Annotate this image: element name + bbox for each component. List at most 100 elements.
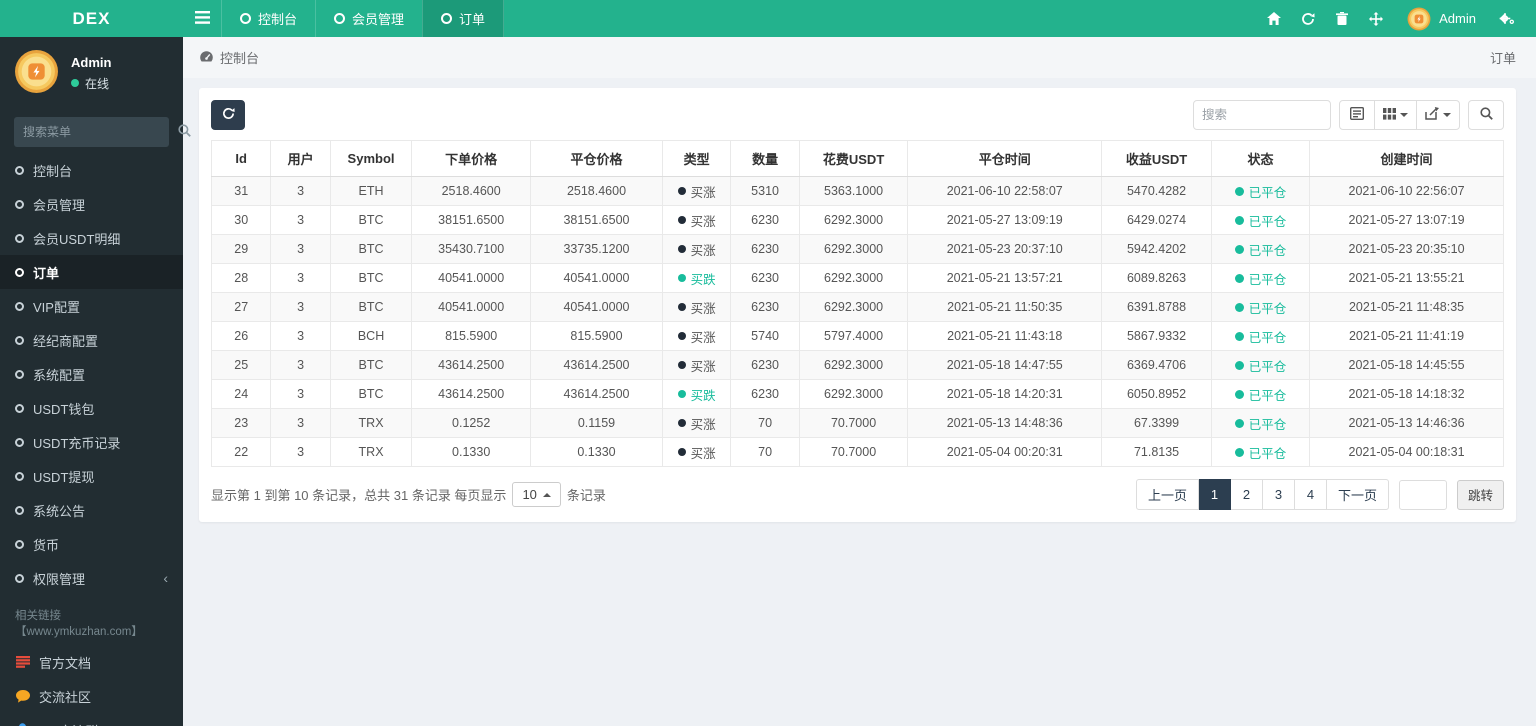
- status-badge: 已平仓: [1234, 182, 1286, 201]
- columns-button[interactable]: [1375, 100, 1417, 130]
- jump-button[interactable]: 跳转: [1456, 479, 1504, 510]
- sidebar-item-label: 系统配置: [33, 367, 86, 383]
- cell-close_time: 2021-05-18 14:47:55: [907, 350, 1103, 380]
- pagination: 显示第 1 到第 10 条记录，总共 31 条记录 每页显示 10 条记录 上一…: [211, 479, 1504, 510]
- sidebar-link[interactable]: 交流社区: [0, 679, 183, 713]
- column-header: 下单价格: [411, 140, 532, 177]
- sidebar-item[interactable]: 控制台: [0, 153, 183, 187]
- cell-symbol: BTC: [329, 205, 413, 235]
- cell-profit_usdt: 6429.0274: [1101, 205, 1212, 235]
- home-icon[interactable]: [1257, 0, 1291, 37]
- cell-create_time: 2021-05-21 13:55:21: [1309, 263, 1504, 293]
- table-search-input[interactable]: [1193, 100, 1331, 130]
- export-icon: [1425, 107, 1439, 123]
- export-button[interactable]: [1417, 100, 1460, 130]
- cell-id: 31: [210, 176, 272, 206]
- gears-icon[interactable]: [1490, 0, 1524, 37]
- table-row: 29 3 BTC 35430.7100 33735.1200 买涨 6230 6292.300…: [210, 234, 1504, 264]
- search-icon[interactable]: [178, 124, 191, 140]
- nav-tab[interactable]: 会员管理: [315, 0, 422, 37]
- sidebar-item[interactable]: 系统公告: [0, 493, 183, 527]
- cell-create_time: 2021-05-04 00:18:31: [1309, 437, 1504, 467]
- sidebar-item[interactable]: 会员USDT明细: [0, 221, 183, 255]
- nav-tab[interactable]: 控制台: [221, 0, 315, 37]
- cell-profit_usdt: 6369.4706: [1101, 350, 1212, 380]
- page-button[interactable]: 1: [1198, 479, 1231, 510]
- cell-cost_usdt: 6292.3000: [798, 292, 909, 322]
- cell-create_time: 2021-05-13 14:46:36: [1309, 408, 1504, 438]
- sidebar-search: [14, 117, 191, 147]
- cell-user: 3: [270, 234, 331, 264]
- cell-symbol: BTC: [329, 292, 413, 322]
- sidebar-item[interactable]: 订单: [0, 255, 183, 289]
- orders-table: Id 用户 Symbol 下单价格 平仓价格 类型 数量 花费USDT 平仓时间 收益USDT 状态…: [210, 140, 1504, 467]
- table-row: 27 3 BTC 40541.0000 40541.0000 买涨 6230 6292.300…: [210, 292, 1504, 322]
- sidebar-link[interactable]: QQ交流群: [0, 713, 183, 726]
- sidebar-item[interactable]: 经纪商配置: [0, 323, 183, 357]
- prev-page-button[interactable]: 上一页: [1135, 479, 1199, 510]
- cell-amount: 6230: [730, 350, 800, 380]
- page-button[interactable]: 4: [1294, 479, 1327, 510]
- sidebar-link-label: 官方文档: [39, 655, 92, 671]
- cell-close_price: 40541.0000: [530, 292, 663, 322]
- sidebar-link[interactable]: 官方文档: [0, 645, 183, 679]
- refresh-icon[interactable]: [1291, 0, 1325, 37]
- table-row: 26 3 BCH 815.5900 815.5900 买涨 5740 5797.4000 202…: [210, 321, 1504, 351]
- jump-page-input[interactable]: [1398, 479, 1447, 510]
- page-button[interactable]: 3: [1262, 479, 1295, 510]
- type-badge: 买涨: [677, 414, 716, 433]
- dot-icon: [1234, 244, 1244, 254]
- cell-close_time: 2021-05-27 13:09:19: [907, 205, 1103, 235]
- cell-user: 3: [270, 321, 331, 351]
- fullscreen-icon[interactable]: [1359, 0, 1393, 37]
- page-size-select[interactable]: 10: [512, 482, 561, 507]
- cell-close_price: 43614.2500: [530, 379, 663, 409]
- sidebar-item[interactable]: 权限管理 ‹: [0, 561, 183, 595]
- sidebar-item-label: VIP配置: [33, 299, 80, 315]
- detail-view-button[interactable]: [1339, 100, 1375, 130]
- sidebar-item[interactable]: USDT提现: [0, 459, 183, 493]
- type-badge: 买涨: [677, 327, 716, 346]
- breadcrumb: 控制台 订单: [183, 37, 1536, 78]
- sidebar-toggle-button[interactable]: [183, 0, 221, 37]
- sidebar-search-input[interactable]: [23, 125, 178, 139]
- status-badge: 已平仓: [1234, 327, 1286, 346]
- cell-close_time: 2021-06-10 22:58:07: [907, 176, 1103, 206]
- sidebar-item-label: USDT提现: [33, 469, 95, 485]
- cell-cost_usdt: 70.7000: [798, 408, 909, 438]
- cell-close_time: 2021-05-21 13:57:21: [907, 263, 1103, 293]
- cell-profit_usdt: 67.3399: [1101, 408, 1212, 438]
- sidebar-item[interactable]: USDT充币记录: [0, 425, 183, 459]
- dot-icon: [1234, 273, 1244, 283]
- status-badge: 已平仓: [1234, 269, 1286, 288]
- cell-amount: 5310: [730, 176, 800, 206]
- page-button[interactable]: 2: [1230, 479, 1263, 510]
- status-badge: 已平仓: [1234, 443, 1286, 462]
- dot-icon: [677, 274, 686, 282]
- nav-tab[interactable]: 订单: [422, 0, 505, 37]
- cell-cost_usdt: 6292.3000: [798, 379, 909, 409]
- cell-create_time: 2021-05-21 11:41:19: [1309, 321, 1504, 351]
- cell-user: 3: [270, 263, 331, 293]
- refresh-button[interactable]: [211, 100, 245, 130]
- cell-id: 25: [210, 350, 272, 380]
- sidebar-item[interactable]: 会员管理: [0, 187, 183, 221]
- table-row: 31 3 ETH 2518.4600 2518.4600 买涨 5310 5363.1000 2…: [210, 176, 1504, 206]
- sidebar-item[interactable]: 货币: [0, 527, 183, 561]
- navbar-user[interactable]: Admin: [1393, 7, 1490, 31]
- circle-icon: [441, 13, 453, 24]
- cell-user: 3: [270, 205, 331, 235]
- sidebar-item[interactable]: USDT钱包: [0, 391, 183, 425]
- search-button[interactable]: [1468, 100, 1504, 130]
- trash-icon[interactable]: [1325, 0, 1359, 37]
- dot-icon: [677, 303, 686, 311]
- circle-icon: [334, 13, 346, 24]
- sidebar-item[interactable]: 系统配置: [0, 357, 183, 391]
- cell-id: 27: [210, 292, 272, 322]
- table-row: 23 3 TRX 0.1252 0.1159 买涨 70 70.7000 2021-05-13 …: [210, 408, 1504, 438]
- navbar-user-name: Admin: [1439, 11, 1476, 26]
- type-badge: 买涨: [677, 240, 716, 259]
- sidebar-item[interactable]: VIP配置: [0, 289, 183, 323]
- next-page-button[interactable]: 下一页: [1326, 479, 1389, 510]
- chat-bubble-icon: [15, 689, 30, 703]
